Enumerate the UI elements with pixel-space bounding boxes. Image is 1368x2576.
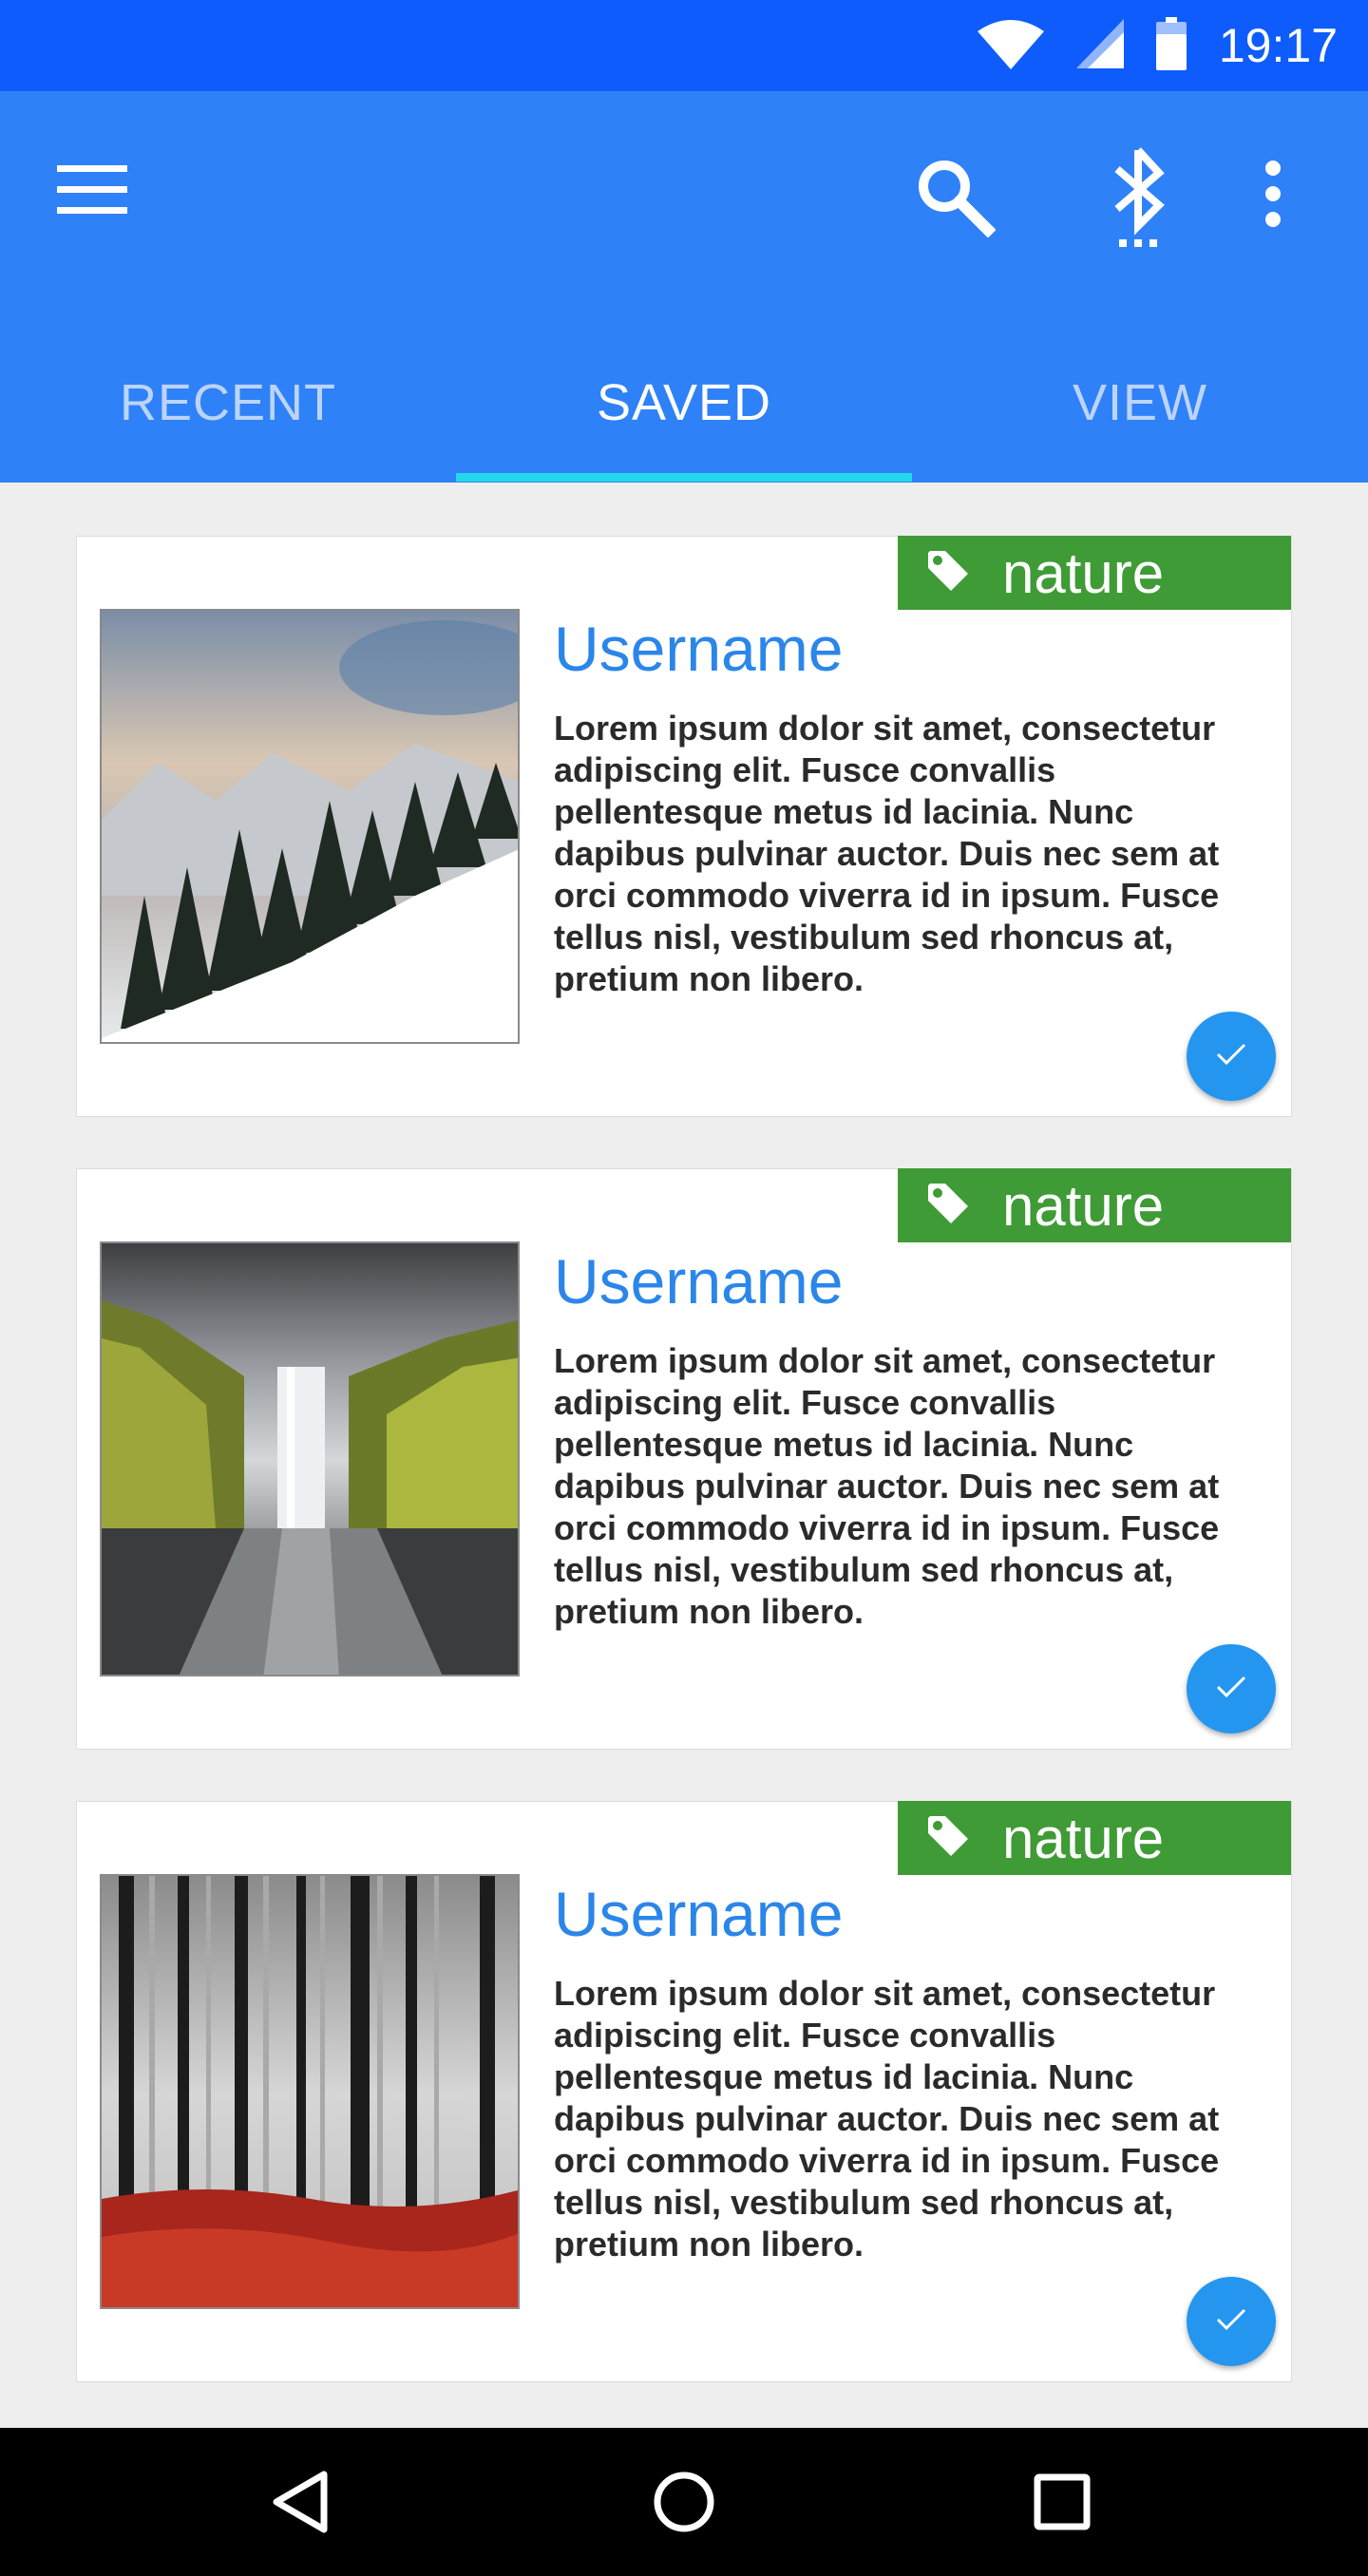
snowy-forest-image[interactable] bbox=[100, 609, 520, 1044]
username[interactable]: Username bbox=[554, 1878, 843, 1950]
wifi-icon bbox=[977, 18, 1044, 74]
tab-recent[interactable]: RECENT bbox=[0, 323, 456, 483]
status-icons: 19:17 bbox=[977, 13, 1338, 78]
tag-label: nature bbox=[1002, 540, 1165, 605]
check-button[interactable] bbox=[1187, 1644, 1276, 1733]
tag-icon bbox=[926, 1814, 970, 1863]
home-icon[interactable] bbox=[636, 2454, 732, 2549]
tab-bar: RECENT SAVED VIEW bbox=[0, 323, 1368, 483]
tag-badge[interactable]: nature bbox=[898, 1168, 1291, 1242]
tag-badge[interactable]: nature bbox=[898, 536, 1291, 610]
username[interactable]: Username bbox=[554, 613, 843, 685]
status-time: 19:17 bbox=[1218, 19, 1338, 72]
bluetooth-searching-icon[interactable] bbox=[1102, 146, 1174, 251]
search-icon[interactable] bbox=[914, 156, 997, 238]
tab-indicator bbox=[456, 473, 912, 482]
menu-icon[interactable] bbox=[55, 161, 131, 218]
tag-badge[interactable]: nature bbox=[898, 1801, 1291, 1875]
check-icon bbox=[1215, 1042, 1247, 1071]
check-icon bbox=[1215, 1675, 1247, 1704]
post-card[interactable]: nature Username Lorem ipsum dolor sit am… bbox=[76, 536, 1292, 1117]
signal-icon bbox=[1075, 18, 1124, 73]
tag-label: nature bbox=[1002, 1806, 1165, 1870]
check-button[interactable] bbox=[1187, 2277, 1276, 2366]
waterfall-image[interactable] bbox=[100, 1241, 520, 1676]
tag-icon bbox=[926, 549, 970, 597]
post-text: Lorem ipsum dolor sit amet, consectetur … bbox=[554, 709, 1220, 998]
misty-forest-image[interactable] bbox=[100, 1874, 520, 2309]
recents-icon[interactable] bbox=[1015, 2454, 1110, 2549]
tab-view[interactable]: VIEW bbox=[912, 323, 1368, 483]
check-icon bbox=[1215, 2307, 1247, 2337]
battery-icon bbox=[1155, 16, 1187, 75]
more-vert-icon[interactable] bbox=[1252, 160, 1294, 228]
post-card[interactable]: nature Username Lorem ipsum dolor sit am… bbox=[76, 1168, 1292, 1750]
status-bar: 19:17 bbox=[0, 0, 1368, 91]
tag-label: nature bbox=[1002, 1173, 1165, 1238]
back-icon[interactable] bbox=[253, 2454, 348, 2549]
post-card[interactable]: nature Username Lorem ipsum dolor sit am… bbox=[76, 1801, 1292, 2382]
post-text: Lorem ipsum dolor sit amet, consectetur … bbox=[554, 1974, 1220, 2263]
tab-saved[interactable]: SAVED bbox=[456, 323, 912, 483]
tag-icon bbox=[926, 1182, 970, 1230]
check-button[interactable] bbox=[1187, 1012, 1276, 1101]
system-nav-bar bbox=[0, 2428, 1368, 2576]
post-text: Lorem ipsum dolor sit amet, consectetur … bbox=[554, 1341, 1220, 1631]
username[interactable]: Username bbox=[554, 1245, 843, 1317]
